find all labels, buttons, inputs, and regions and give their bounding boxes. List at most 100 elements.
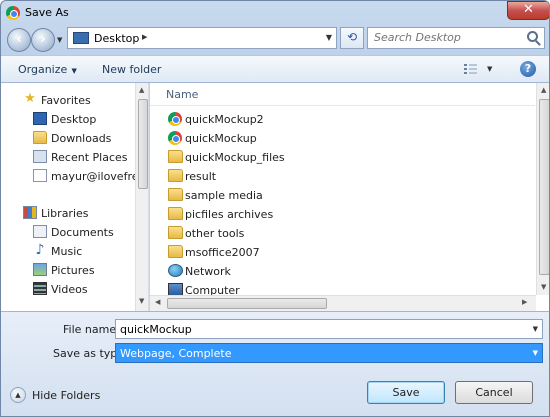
cancel-button[interactable]: Cancel <box>455 381 533 404</box>
title-bar: Save As ✕ <box>1 1 549 25</box>
scroll-thumb[interactable] <box>138 99 148 189</box>
file-name: quickMockup2 <box>185 113 264 126</box>
sidebar-item-recent-places[interactable]: Recent Places <box>1 148 136 166</box>
list-item[interactable]: sample media <box>166 186 526 205</box>
sidebar-item-videos[interactable]: Videos <box>1 280 136 298</box>
chevron-down-icon[interactable]: ▼ <box>487 65 492 73</box>
list-item[interactable]: picfiles archives <box>166 205 526 224</box>
save-as-type-select[interactable]: Webpage, Complete ▼ <box>115 343 543 363</box>
list-item[interactable]: quickMockup2 <box>166 110 526 129</box>
scroll-up-icon[interactable]: ▲ <box>139 86 144 94</box>
sidebar-item-label: Documents <box>51 226 114 239</box>
sidebar-item-desktop[interactable]: Desktop <box>1 110 136 128</box>
chevron-right-icon[interactable]: ▶ <box>142 33 147 41</box>
view-options-icon[interactable] <box>464 64 477 75</box>
file-list-horizontal-scrollbar[interactable]: ◀ ▶ <box>150 295 536 311</box>
list-item[interactable]: other tools <box>166 224 526 243</box>
search-icon[interactable] <box>527 31 538 42</box>
window-title: Save As <box>25 6 69 19</box>
file-name: other tools <box>185 227 245 240</box>
libraries-icon <box>23 206 37 219</box>
sidebar-item-label: Downloads <box>51 132 112 145</box>
recent-places-icon <box>33 150 47 163</box>
back-button[interactable]: ‹ <box>7 28 31 52</box>
pictures-icon <box>33 263 47 276</box>
sidebar-item-label: Favorites <box>41 94 91 107</box>
organize-button[interactable]: Organize ▼ <box>18 63 77 76</box>
save-as-dialog: Save As ✕ ‹ › ▼ Desktop ▶ ▼ ⟲ Organize ▼… <box>0 0 550 417</box>
chevron-down-icon[interactable]: ▼ <box>533 325 538 333</box>
folder-icon <box>168 169 183 182</box>
chevron-down-icon[interactable]: ▼ <box>533 349 538 357</box>
search-input[interactable] <box>374 31 524 44</box>
list-item[interactable]: quickMockup <box>166 129 526 148</box>
sidebar-item-pictures[interactable]: Pictures <box>1 261 136 279</box>
help-icon[interactable]: ? <box>520 61 536 77</box>
forward-button[interactable]: › <box>31 28 55 52</box>
list-item[interactable]: quickMockup_files <box>166 148 526 167</box>
folder-icon <box>168 188 183 201</box>
scroll-thumb[interactable] <box>539 99 549 275</box>
header-divider <box>150 105 535 106</box>
chrome-icon <box>168 112 182 126</box>
sidebar-item-libraries[interactable]: Libraries <box>1 204 136 222</box>
navigation-pane: ★ Favorites Desktop Downloads Recent Pla… <box>1 83 149 311</box>
file-name: picfiles archives <box>185 208 274 221</box>
address-bar[interactable]: Desktop ▶ ▼ <box>67 27 337 49</box>
close-button[interactable]: ✕ <box>507 1 549 20</box>
file-name: quickMockup <box>185 132 257 145</box>
scroll-left-icon[interactable]: ◀ <box>155 298 160 306</box>
search-box[interactable] <box>367 27 545 49</box>
document-icon <box>33 169 47 182</box>
desktop-icon <box>33 112 47 125</box>
sidebar-item-music[interactable]: ♪ Music <box>1 242 136 260</box>
sidebar-item-label: Recent Places <box>51 151 128 164</box>
address-location[interactable]: Desktop <box>94 32 139 45</box>
file-name-combobox[interactable]: ▼ <box>115 319 543 339</box>
desktop-icon <box>73 32 89 44</box>
folder-icon <box>168 245 183 258</box>
scroll-thumb[interactable] <box>167 298 327 309</box>
sidebar-item-downloads[interactable]: Downloads <box>1 129 136 147</box>
chevron-down-icon[interactable]: ▼ <box>326 33 332 42</box>
hide-folders-label: Hide Folders <box>32 389 101 402</box>
sidebar-item-user[interactable]: mayur@ilovefrees <box>1 167 148 185</box>
save-options-panel: File name: ▼ Save as type: Webpage, Comp… <box>1 311 549 416</box>
file-name-field[interactable] <box>120 323 520 336</box>
new-folder-button[interactable]: New folder <box>102 63 161 76</box>
star-icon: ★ <box>24 91 36 106</box>
sidebar-item-documents[interactable]: Documents <box>1 223 136 241</box>
sidebar-item-favorites[interactable]: ★ Favorites <box>1 91 136 109</box>
scroll-down-icon[interactable]: ▼ <box>139 297 144 305</box>
folder-icon <box>168 150 183 163</box>
file-name-label: File name: <box>63 323 120 336</box>
list-item[interactable]: msoffice2007 <box>166 243 526 262</box>
documents-icon <box>33 225 47 238</box>
chevron-down-icon: ▼ <box>69 67 77 75</box>
sidebar-item-label: Pictures <box>51 264 95 277</box>
file-name: sample media <box>185 189 263 202</box>
scroll-down-icon[interactable]: ▼ <box>541 283 546 291</box>
scroll-right-icon[interactable]: ▶ <box>522 298 527 306</box>
file-name: result <box>185 170 217 183</box>
videos-icon <box>33 282 47 295</box>
file-list-vertical-scrollbar[interactable]: ▲ ▼ <box>536 83 549 295</box>
list-item[interactable]: result <box>166 167 526 186</box>
sidebar-item-label: Videos <box>51 283 88 296</box>
sidebar-item-label: Desktop <box>51 113 97 126</box>
organize-label: Organize <box>18 63 68 76</box>
file-name: quickMockup_files <box>185 151 285 164</box>
sidebar-item-label: Music <box>51 245 83 258</box>
navigation-scrollbar[interactable]: ▲ ▼ <box>135 83 148 311</box>
folder-icon <box>168 226 183 239</box>
refresh-button[interactable]: ⟲ <box>340 27 364 49</box>
column-header-name[interactable]: Name <box>166 88 198 101</box>
downloads-folder-icon <box>33 131 47 144</box>
file-list: Name quickMockup2 quickMockup quickMocku… <box>150 83 549 311</box>
list-item[interactable]: Network <box>166 262 526 281</box>
scroll-up-icon[interactable]: ▲ <box>541 86 546 94</box>
music-icon: ♪ <box>35 242 45 258</box>
recent-pages-dropdown-icon[interactable]: ▼ <box>57 36 62 44</box>
save-button[interactable]: Save <box>367 381 445 404</box>
folder-icon <box>168 207 183 220</box>
